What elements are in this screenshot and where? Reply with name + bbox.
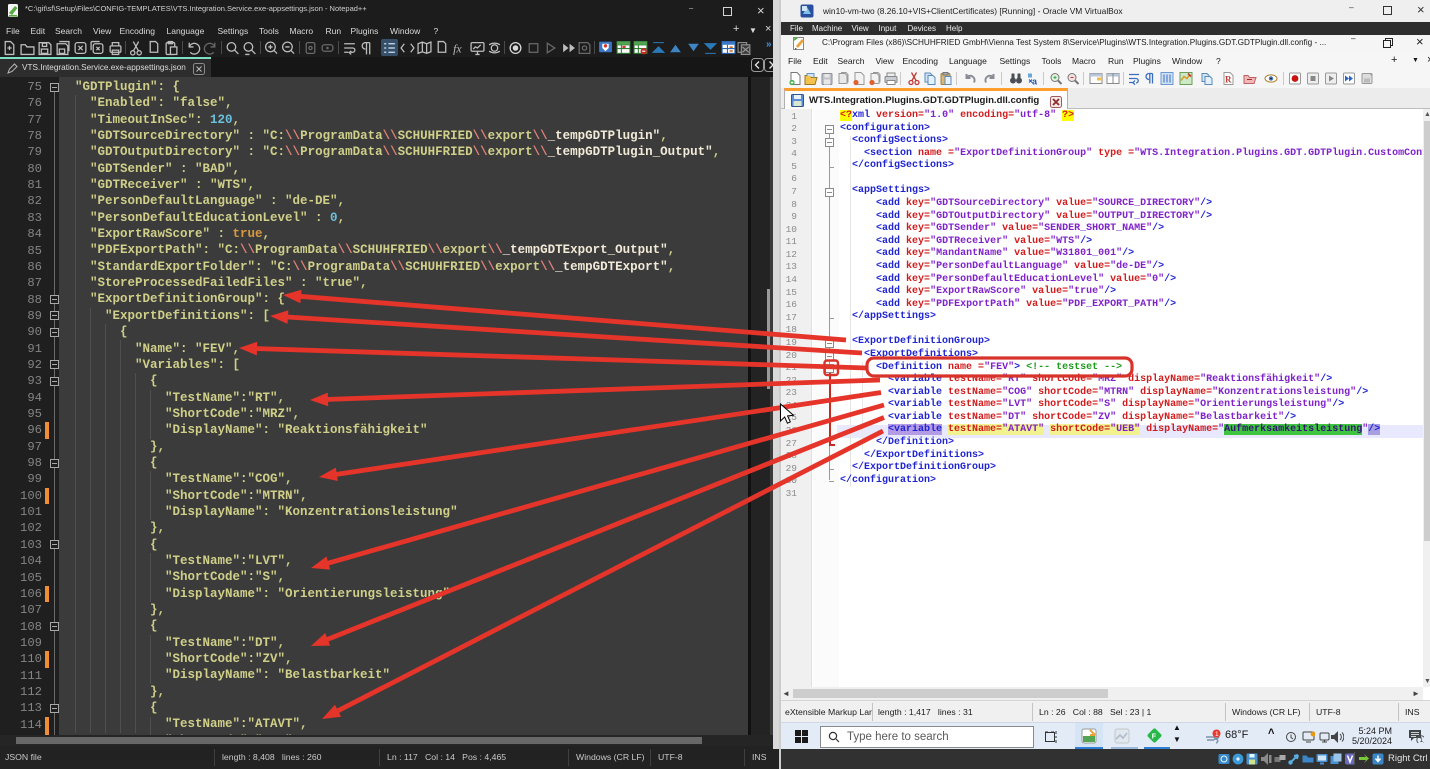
svg-text:F: F bbox=[1152, 734, 1157, 741]
svg-text:1: 1 bbox=[1420, 737, 1424, 743]
svg-text:a: a bbox=[1032, 77, 1038, 87]
svg-text:fx: fx bbox=[453, 42, 462, 55]
svg-text:R: R bbox=[1225, 75, 1232, 85]
svg-text:1: 1 bbox=[1215, 731, 1219, 738]
